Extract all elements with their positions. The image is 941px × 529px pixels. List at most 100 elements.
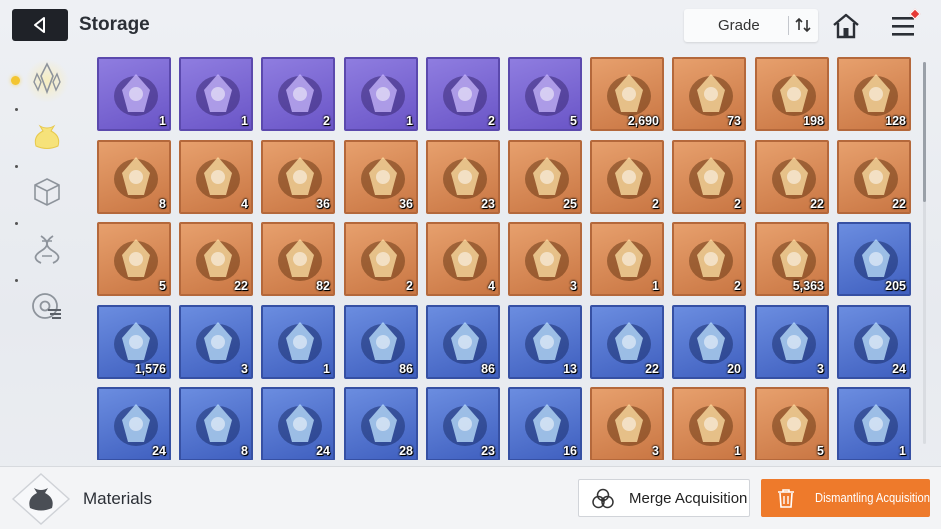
metal-shell-icon — [278, 74, 322, 116]
grid-item[interactable]: 8 — [97, 140, 171, 214]
merge-circles-icon — [592, 488, 614, 509]
grid-item[interactable]: 28 — [344, 387, 418, 460]
pouch-icon — [34, 124, 60, 149]
sidebar-item-crystal[interactable] — [24, 55, 70, 101]
grid-item[interactable]: 73 — [672, 57, 746, 131]
grid-item[interactable]: 2 — [261, 57, 335, 131]
sidebar-separator-dot — [15, 165, 18, 168]
item-count: 24 — [152, 444, 166, 458]
sort-icon[interactable] — [793, 15, 813, 35]
grid-item[interactable]: 2 — [344, 222, 418, 296]
grid-item[interactable]: 24 — [261, 387, 335, 460]
grid-item[interactable]: 36 — [261, 140, 335, 214]
grid-item[interactable]: 2 — [590, 140, 664, 214]
item-count: 86 — [399, 362, 413, 376]
grid-item[interactable]: 4 — [179, 140, 253, 214]
grid-item[interactable]: 20 — [672, 305, 746, 379]
item-count: 16 — [563, 444, 577, 458]
cube-icon — [34, 178, 60, 206]
target-book-icon — [772, 322, 816, 364]
grid-item[interactable]: 23 — [426, 140, 500, 214]
grid-item[interactable]: 22 — [590, 305, 664, 379]
sidebar-item-cube[interactable] — [24, 169, 70, 215]
item-count: 2 — [734, 279, 741, 293]
dismantling-acquisition-label: Dismantling Acquisition — [815, 490, 930, 505]
grid-item[interactable]: 4 — [426, 222, 500, 296]
grid-item[interactable]: 22 — [179, 222, 253, 296]
grid-item[interactable]: 5 — [755, 387, 829, 460]
sword-book-icon — [607, 157, 651, 199]
grid-item[interactable]: 1,576 — [97, 305, 171, 379]
grid-item[interactable]: 8 — [179, 387, 253, 460]
item-count: 2 — [406, 279, 413, 293]
grid-item[interactable]: 1 — [261, 305, 335, 379]
grid-item[interactable]: 86 — [344, 305, 418, 379]
materials-category-icon — [11, 473, 71, 525]
item-count: 2 — [488, 114, 495, 128]
grid-item[interactable]: 86 — [426, 305, 500, 379]
grid-item[interactable]: 1 — [179, 57, 253, 131]
sidebar-item-disc[interactable] — [24, 283, 70, 329]
grid-item[interactable]: 128 — [837, 57, 911, 131]
grid-item[interactable]: 1 — [97, 57, 171, 131]
eye-medal-icon — [196, 404, 240, 446]
grid-item[interactable]: 22 — [755, 140, 829, 214]
dismantling-acquisition-button[interactable]: Dismantling Acquisition — [761, 479, 930, 517]
grid-item[interactable]: 82 — [261, 222, 335, 296]
grid-item[interactable]: 3 — [508, 222, 582, 296]
grid-item[interactable]: 24 — [97, 387, 171, 460]
grid-item[interactable]: 1 — [344, 57, 418, 131]
blueprint-icon — [196, 74, 240, 116]
grid-item[interactable]: 205 — [837, 222, 911, 296]
grid-item[interactable]: 2 — [672, 140, 746, 214]
grid-item[interactable]: 5,363 — [755, 222, 829, 296]
grid-item[interactable]: 3 — [590, 387, 664, 460]
sidebar-item-materials[interactable] — [24, 112, 70, 158]
skull-ore-icon — [361, 74, 405, 116]
home-icon[interactable] — [831, 11, 861, 41]
item-count: 22 — [810, 197, 824, 211]
merge-acquisition-button[interactable]: Merge Acquisition — [578, 479, 750, 517]
trash-icon — [778, 489, 794, 508]
item-count: 24 — [892, 362, 906, 376]
grid-item[interactable]: 25 — [508, 140, 582, 214]
item-count: 20 — [727, 362, 741, 376]
grid-item[interactable]: 1 — [837, 387, 911, 460]
scrollbar-thumb[interactable] — [923, 62, 926, 202]
golden-feather-icon — [196, 157, 240, 199]
grid-item[interactable]: 2,690 — [590, 57, 664, 131]
grid-item[interactable]: 5 — [508, 57, 582, 131]
sidebar-item-dna[interactable] — [24, 226, 70, 272]
item-count: 8 — [159, 197, 166, 211]
item-count: 22 — [892, 197, 906, 211]
active-tab-indicator — [11, 76, 20, 85]
item-count: 36 — [399, 197, 413, 211]
grid-item[interactable]: 2 — [672, 222, 746, 296]
grid-item[interactable]: 3 — [755, 305, 829, 379]
grid-item[interactable]: 23 — [426, 387, 500, 460]
red-core-ore-icon — [525, 74, 569, 116]
back-button[interactable] — [12, 9, 68, 41]
item-count: 1 — [734, 444, 741, 458]
crystal-icon — [33, 62, 61, 95]
grade-sort-button[interactable]: Grade — [684, 9, 818, 42]
grid-item[interactable]: 3 — [179, 305, 253, 379]
item-count: 1,576 — [134, 362, 166, 376]
grid-item[interactable]: 36 — [344, 140, 418, 214]
grid-item[interactable]: 24 — [837, 305, 911, 379]
dark-helmet-icon — [854, 404, 898, 446]
dreamcatcher-icon — [689, 239, 733, 281]
grid-item[interactable]: 1 — [672, 387, 746, 460]
orange-crystal-icon — [278, 322, 322, 364]
red-crystal-icon — [196, 322, 240, 364]
scroll-map-icon — [772, 404, 816, 446]
grid-item[interactable]: 22 — [837, 140, 911, 214]
grid-item[interactable]: 5 — [97, 222, 171, 296]
grid-item[interactable]: 13 — [508, 305, 582, 379]
grid-item[interactable]: 198 — [755, 57, 829, 131]
grid-item[interactable]: 1 — [590, 222, 664, 296]
item-count: 1 — [323, 362, 330, 376]
grid-item[interactable]: 2 — [426, 57, 500, 131]
merge-acquisition-label: Merge Acquisition — [629, 490, 748, 507]
grid-item[interactable]: 16 — [508, 387, 582, 460]
